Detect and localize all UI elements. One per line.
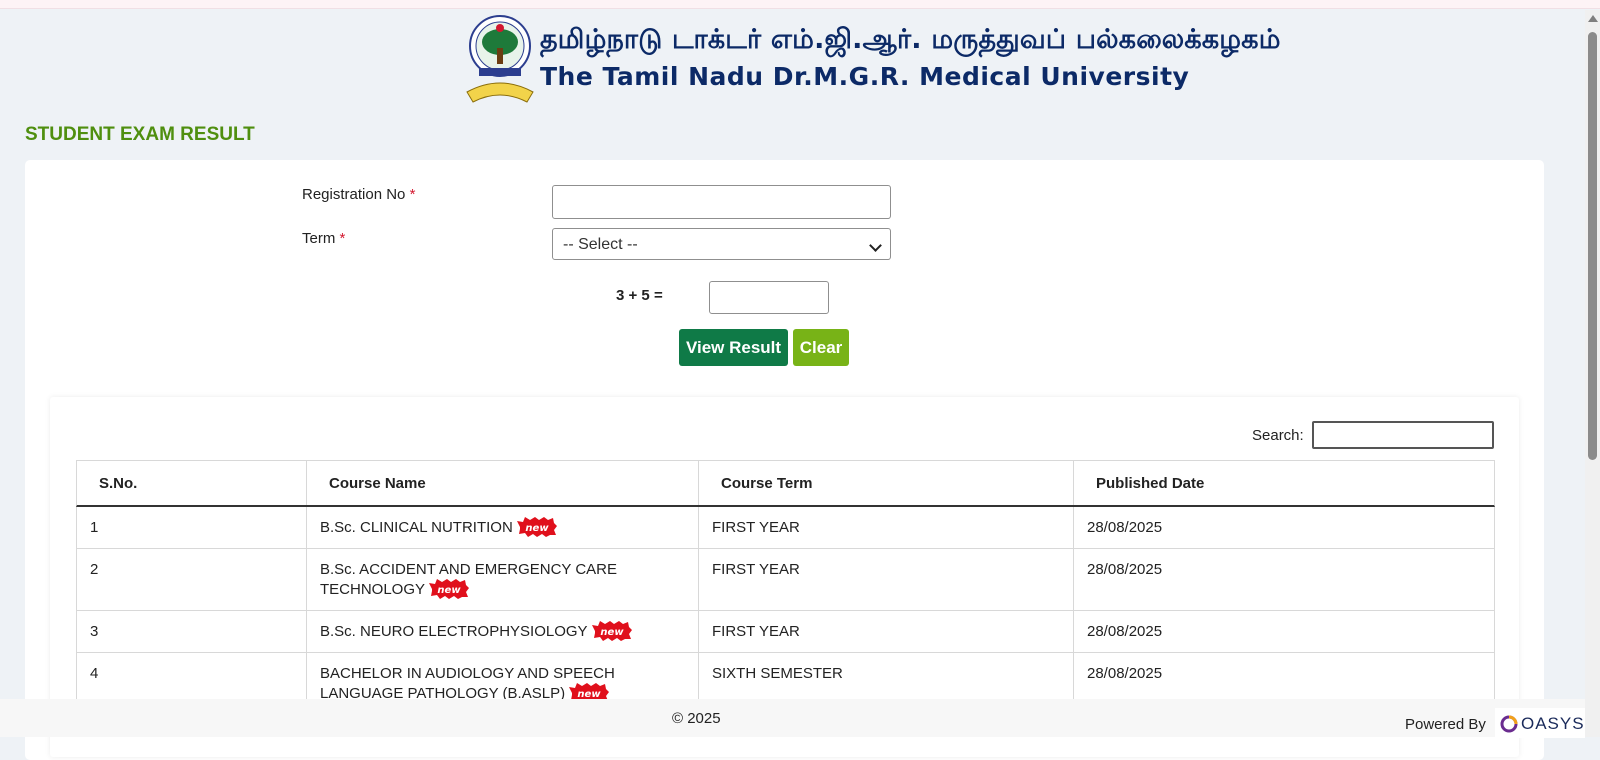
- powered-by-text: Powered By: [1405, 716, 1486, 733]
- new-badge-icon: new: [516, 517, 557, 538]
- clear-button[interactable]: Clear: [793, 329, 849, 366]
- oasys-brand-text: OASYS: [1521, 714, 1585, 733]
- table-search-input[interactable]: [1312, 421, 1494, 449]
- sno-cell: 2: [77, 549, 307, 610]
- column-header-published-date[interactable]: Published Date: [1074, 461, 1496, 505]
- course-name: B.Sc. CLINICAL NUTRITION: [320, 519, 513, 536]
- table-header-row: S.No. Course Name Course Term Published …: [76, 460, 1495, 507]
- sno-cell: 3: [77, 611, 307, 652]
- university-header: தமிழ்நாடு டாக்டர் எம்.ஜி.ஆர். மருத்துவப்…: [0, 10, 1585, 110]
- new-badge-text: new: [437, 585, 461, 596]
- course-name-cell[interactable]: B.Sc. NEURO ELECTROPHYSIOLOGY new: [307, 611, 699, 652]
- university-title-tamil: தமிழ்நாடு டாக்டர் எம்.ஜி.ஆர். மருத்துவப்…: [540, 24, 1281, 55]
- page-footer: © 2025 Powered By OASYS: [0, 699, 1600, 738]
- course-term-cell: FIRST YEAR: [699, 611, 1074, 652]
- term-select[interactable]: -- Select --: [552, 228, 891, 260]
- required-asterisk: *: [339, 230, 346, 247]
- university-title-english: The Tamil Nadu Dr.M.G.R. Medical Univers…: [540, 62, 1190, 91]
- term-label: Term *: [302, 230, 345, 247]
- chevron-down-icon: [869, 239, 882, 252]
- new-badge-text: new: [525, 523, 549, 534]
- page-title: STUDENT EXAM RESULT: [25, 124, 255, 145]
- course-name: B.Sc. NEURO ELECTROPHYSIOLOGY: [320, 623, 588, 640]
- term-label-text: Term: [302, 230, 336, 247]
- course-term-cell: FIRST YEAR: [699, 549, 1074, 610]
- column-header-course-name[interactable]: Course Name: [307, 461, 699, 505]
- course-name-cell[interactable]: B.Sc. ACCIDENT AND EMERGENCY CARE TECHNOL…: [307, 549, 699, 610]
- oasys-logo-icon: [1500, 715, 1518, 733]
- course-name-cell[interactable]: B.Sc. CLINICAL NUTRITION new: [307, 507, 699, 548]
- published-date-cell: 28/08/2025: [1087, 623, 1163, 640]
- column-header-course-term[interactable]: Course Term: [699, 461, 1074, 505]
- top-border: [0, 0, 1600, 9]
- new-badge-text: new: [600, 627, 624, 638]
- course-name-line-1: B.Sc. ACCIDENT AND EMERGENCY CARE: [320, 561, 618, 578]
- published-date-cell: 28/08/2025: [1087, 561, 1163, 578]
- course-name-line-2: TECHNOLOGY: [320, 581, 426, 598]
- new-badge-icon: new: [429, 579, 470, 600]
- course-name-line-1: BACHELOR IN AUDIOLOGY AND SPEECH: [320, 665, 615, 682]
- course-term-cell: FIRST YEAR: [699, 507, 1074, 548]
- university-emblem-logo: [466, 15, 534, 103]
- oasys-logo[interactable]: OASYS: [1495, 708, 1585, 738]
- table-row: 2 B.Sc. ACCIDENT AND EMERGENCY CARE TECHN…: [76, 549, 1495, 611]
- registration-no-label-text: Registration No: [302, 186, 406, 203]
- view-result-button[interactable]: View Result: [679, 329, 788, 366]
- captcha-answer-input[interactable]: [709, 281, 829, 314]
- registration-no-label: Registration No *: [302, 186, 415, 203]
- search-label: Search:: [1252, 427, 1304, 444]
- table-row: 3 B.Sc. NEURO ELECTROPHYSIOLOGY new FIRST…: [76, 611, 1495, 653]
- copyright-text: © 2025: [672, 710, 721, 727]
- new-badge-icon: new: [591, 621, 632, 642]
- captcha-question: 3 + 5 =: [616, 287, 663, 304]
- sno-cell: 1: [77, 507, 307, 548]
- scroll-up-arrow-icon[interactable]: [1588, 15, 1598, 22]
- scrollbar-thumb[interactable]: [1588, 32, 1597, 460]
- required-asterisk: *: [409, 186, 416, 203]
- registration-no-input[interactable]: [552, 185, 891, 219]
- column-header-sno[interactable]: S.No.: [77, 461, 307, 505]
- vertical-scrollbar[interactable]: [1585, 10, 1600, 737]
- published-date-cell: 28/08/2025: [1087, 519, 1163, 536]
- term-selected-value: -- Select --: [563, 236, 638, 253]
- table-row: 1 B.Sc. CLINICAL NUTRITION new FIRST YEAR…: [76, 507, 1495, 549]
